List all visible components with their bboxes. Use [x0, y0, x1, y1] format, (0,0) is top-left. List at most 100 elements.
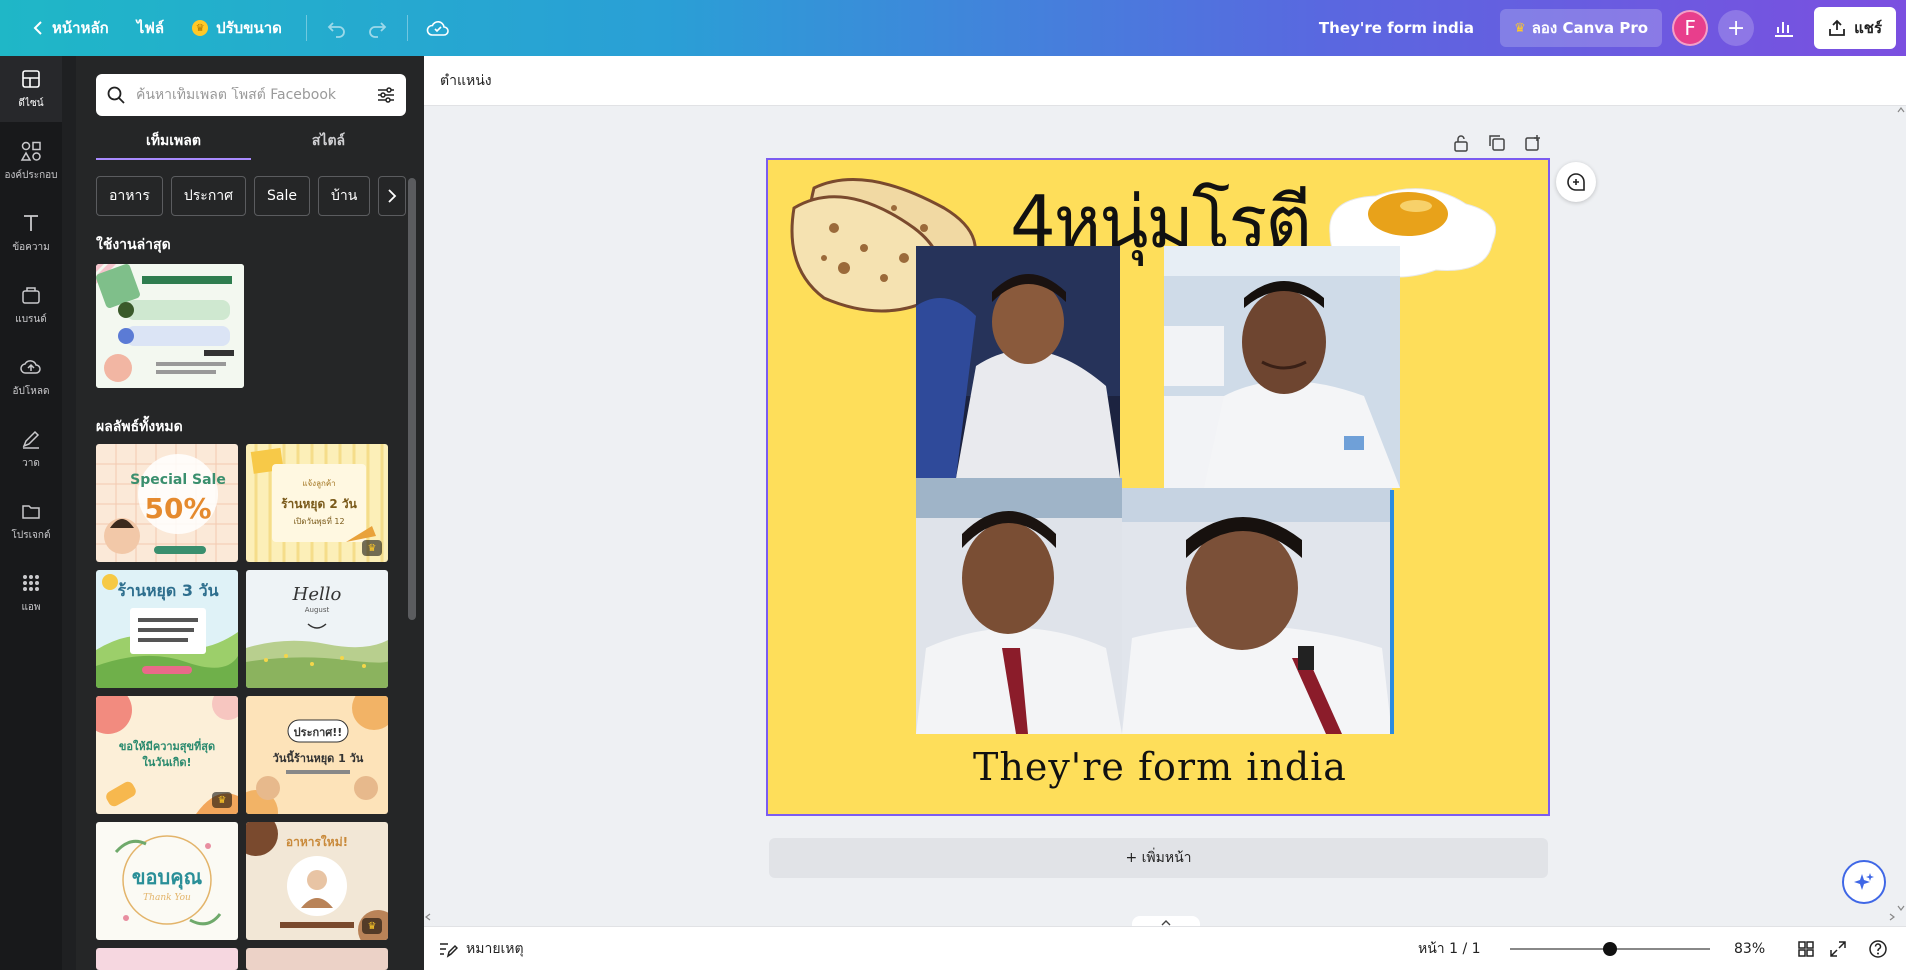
rail-label: ดีไซน์ — [18, 97, 44, 109]
chip-home[interactable]: บ้าน — [318, 176, 371, 216]
template-thumbnail[interactable]: Hello August — [246, 570, 388, 688]
chip-food[interactable]: อาหาร — [96, 176, 163, 216]
help-icon — [1869, 940, 1887, 958]
fullscreen-button[interactable] — [1826, 937, 1850, 961]
add-page-button[interactable]: + เพิ่มหน้า — [769, 838, 1548, 878]
svg-text:Thank You: Thank You — [143, 893, 191, 903]
template-thumbnail[interactable]: ขอบคุณ Thank You — [96, 822, 238, 940]
toolbar-divider — [406, 15, 408, 41]
zoom-slider-thumb[interactable] — [1603, 942, 1617, 956]
grid-view-button[interactable] — [1794, 937, 1818, 961]
editor-context-bar: ตำแหน่ง — [424, 56, 1906, 106]
design-title[interactable]: 4หนุ่มโรตี — [768, 164, 1552, 279]
svg-text:August: August — [305, 606, 330, 614]
panel-scrollbar-thumb[interactable] — [408, 178, 416, 620]
share-button[interactable]: แชร์ — [1814, 7, 1896, 49]
lock-icon — [1454, 135, 1468, 152]
rail-item-elements[interactable]: องค์ประกอบ — [0, 128, 62, 194]
rail-item-brand[interactable]: แบรนด์ — [0, 272, 62, 338]
pro-crown-icon: ♛ — [212, 792, 232, 808]
svg-text:Special Sale: Special Sale — [130, 472, 226, 488]
avatar[interactable]: F — [1672, 10, 1709, 46]
plus-icon: + — [1726, 15, 1746, 41]
svg-text:ร้านหยุด 2 วัน: ร้านหยุด 2 วัน — [281, 497, 358, 512]
lock-page-button[interactable] — [1450, 132, 1472, 154]
design-caption[interactable]: They're form india — [768, 745, 1552, 789]
try-pro-button[interactable]: ♛ ลอง Canva Pro — [1500, 9, 1663, 47]
all-results-section-title: ผลลัพธ์ทั้งหมด — [96, 419, 183, 435]
chevron-right-icon — [388, 189, 397, 203]
photo-student-1[interactable] — [916, 246, 1120, 478]
rail-label: วาด — [22, 457, 40, 469]
home-label: หน้าหลัก — [52, 19, 109, 37]
template-thumbnail[interactable]: ร้านหยุด 3 วัน — [96, 570, 238, 688]
toolbar-divider — [305, 15, 307, 41]
canvas-vertical-scrollbar[interactable] — [1896, 106, 1906, 912]
draw-icon — [22, 430, 40, 449]
panel-scrollbar[interactable] — [406, 170, 416, 970]
grid-view-icon — [1798, 941, 1814, 957]
undo-button[interactable] — [317, 8, 357, 48]
notes-button[interactable]: หมายเหตุ — [424, 938, 524, 960]
template-thumbnail[interactable]: ประกาศ!! วันนี้ร้านหยุด 1 วัน — [246, 696, 388, 814]
recent-section-title: ใช้งานล่าสุด — [96, 237, 171, 253]
template-thumbnail[interactable] — [96, 948, 238, 970]
insights-button[interactable] — [1764, 8, 1804, 48]
panel-tabs: เท็มเพลต สไตล์ — [96, 124, 406, 160]
top-bar: หน้าหลัก ไฟล์ ♛ ปรับขนาด They're form in… — [0, 0, 1906, 56]
photo-student-3[interactable] — [916, 478, 1122, 734]
cloud-save-button[interactable] — [418, 8, 458, 48]
notes-pen-icon — [440, 942, 458, 958]
rail-item-apps[interactable]: แอพ — [0, 560, 62, 626]
add-page-icon-button[interactable] — [1522, 132, 1544, 154]
photo-image — [1122, 488, 1392, 734]
zoom-level[interactable]: 83% — [1734, 941, 1765, 957]
template-thumbnail[interactable]: แจ้งลูกค้า ร้านหยุด 2 วัน เปิดวันพุธที่ … — [246, 444, 388, 562]
document-title[interactable]: They're form india — [1319, 19, 1474, 37]
template-thumbnail[interactable]: ขอให้มีความสุขที่สุด ในวันเกิด! ♛ — [96, 696, 238, 814]
resize-button[interactable]: ♛ ปรับขนาด — [178, 8, 296, 48]
share-label: แชร์ — [1854, 19, 1882, 37]
rail-item-design[interactable]: ดีไซน์ — [0, 56, 62, 122]
template-thumbnail[interactable]: อาหารใหม่! ♛ — [246, 822, 388, 940]
chip-announcement[interactable]: ประกาศ — [170, 176, 247, 216]
filter-sliders-icon[interactable] — [376, 85, 396, 105]
category-chips: อาหาร ประกาศ Sale บ้าน — [96, 176, 406, 216]
chips-next-button[interactable] — [378, 176, 406, 216]
tab-styles[interactable]: สไตล์ — [251, 124, 406, 160]
design-page[interactable]: 4หนุ่มโรตี They're form india — [766, 158, 1550, 816]
tab-templates[interactable]: เท็มเพลต — [96, 124, 251, 160]
folder-icon — [22, 504, 40, 519]
rail-item-upload[interactable]: อัปโหลด — [0, 344, 62, 410]
apps-icon — [23, 574, 39, 591]
help-button[interactable] — [1866, 937, 1890, 961]
search-input[interactable] — [136, 87, 366, 103]
template-thumbnail[interactable]: Special Sale 50% — [96, 444, 238, 562]
home-button[interactable]: หน้าหลัก — [18, 8, 123, 48]
crown-icon: ♛ — [1514, 20, 1526, 36]
template-search[interactable] — [96, 74, 406, 116]
magic-assistant-button[interactable] — [1842, 860, 1886, 904]
svg-text:แจ้งลูกค้า: แจ้งลูกค้า — [302, 479, 335, 489]
redo-button[interactable] — [357, 8, 397, 48]
chip-sale[interactable]: Sale — [254, 176, 311, 216]
recent-template-thumbnail[interactable] — [96, 264, 244, 388]
rail-item-text[interactable]: ข้อความ — [0, 200, 62, 266]
photo-student-4[interactable] — [1122, 488, 1392, 734]
rail-label: ข้อความ — [12, 241, 50, 253]
file-menu-button[interactable]: ไฟล์ — [123, 8, 178, 48]
svg-text:Hello: Hello — [292, 584, 342, 605]
add-comment-button[interactable] — [1556, 162, 1596, 202]
page-count[interactable]: หน้า 1 / 1 — [1418, 938, 1481, 960]
pro-crown-icon: ♛ — [362, 540, 382, 556]
template-thumbnail[interactable] — [246, 948, 388, 970]
duplicate-page-button[interactable] — [1486, 132, 1508, 154]
rail-item-draw[interactable]: วาด — [0, 416, 62, 482]
bar-chart-icon — [1775, 22, 1794, 37]
photo-student-2[interactable] — [1164, 246, 1400, 488]
svg-text:ขอบคุณ: ขอบคุณ — [132, 865, 203, 890]
rail-label: แบรนด์ — [15, 313, 47, 325]
rail-item-projects[interactable]: โปรเจกต์ — [0, 488, 62, 554]
position-button[interactable]: ตำแหน่ง — [440, 70, 492, 92]
add-collaborator-button[interactable]: + — [1718, 10, 1755, 46]
